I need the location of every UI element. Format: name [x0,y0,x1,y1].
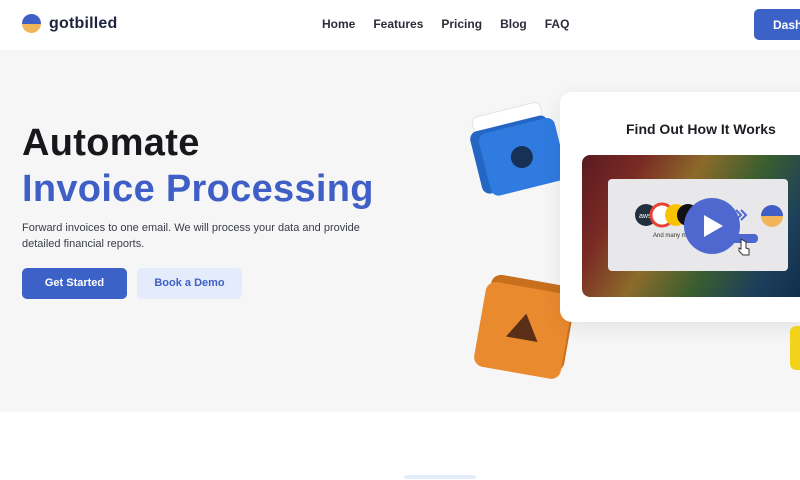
hero-title-line2: Invoice Processing [22,168,374,210]
hero-title-line1: Automate [22,122,200,164]
nav-pricing[interactable]: Pricing [441,17,482,31]
logo-icon [22,14,41,33]
dashboard-button[interactable]: Dash [754,9,800,40]
hero-subtitle: Forward invoices to one email. We will p… [22,222,360,250]
main-nav: Home Features Pricing Blog FAQ [322,17,569,31]
book-demo-button[interactable]: Book a Demo [137,268,242,299]
section-indicator [404,475,476,479]
inner-caption: And many m [653,233,687,239]
nav-blog[interactable]: Blog [500,17,527,31]
nav-faq[interactable]: FAQ [545,17,570,31]
play-button[interactable] [684,198,740,254]
brand-logo[interactable]: gotbilled [22,14,117,33]
folder-blue-icon [470,102,567,196]
decorative-shape [790,326,800,370]
play-icon [704,215,723,237]
site-header: gotbilled Home Features Pricing Blog FAQ… [0,0,800,50]
nav-features[interactable]: Features [373,17,423,31]
cursor-icon [738,238,750,256]
brand-name: gotbilled [49,14,118,32]
video-card-title: Find Out How It Works [626,121,776,137]
get-started-button[interactable]: Get Started [22,268,127,299]
nav-home[interactable]: Home [322,17,355,31]
